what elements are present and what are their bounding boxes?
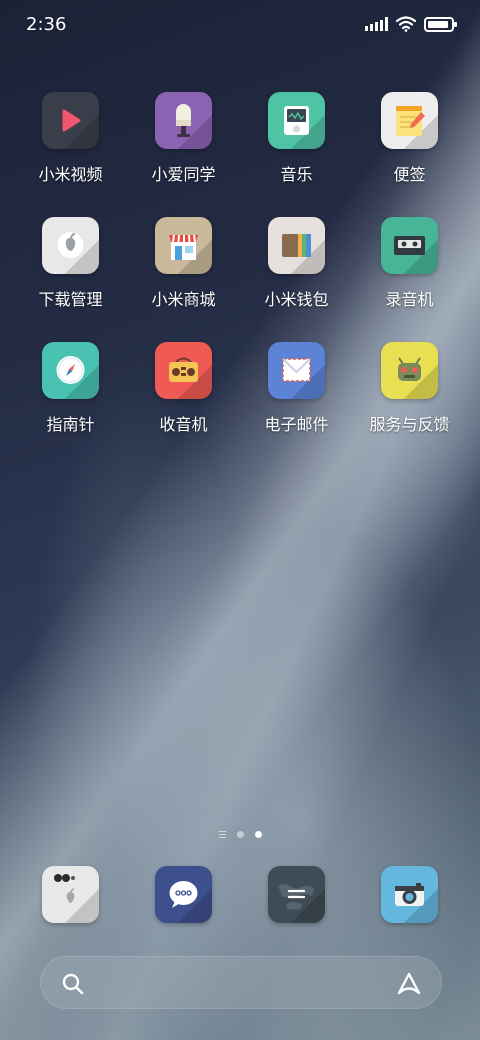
status-time: 2:36 — [26, 14, 67, 35]
app-download-manager[interactable]: 下载管理 — [14, 217, 127, 310]
mi-shop-icon — [155, 217, 212, 274]
apple-lens-icon — [42, 866, 99, 923]
app-mi-shop[interactable]: 小米商城 — [127, 217, 240, 310]
app-mi-wallet[interactable]: 小米钱包 — [240, 217, 353, 310]
app-music[interactable]: 音乐 — [240, 92, 353, 185]
app-label: 小米视频 — [38, 165, 103, 184]
page-indicator[interactable] — [0, 831, 480, 838]
dock-browser-app[interactable] — [240, 866, 353, 923]
app-label: 收音机 — [159, 415, 208, 434]
assistant-a-icon[interactable] — [395, 970, 423, 996]
app-label: 服务与反馈 — [369, 415, 450, 434]
feedback-robot-icon — [381, 342, 438, 399]
app-xiaoai[interactable]: 小爱同学 — [127, 92, 240, 185]
app-label: 音乐 — [280, 165, 313, 184]
cassette-icon — [381, 217, 438, 274]
app-label: 便签 — [393, 165, 426, 184]
signal-icon — [365, 17, 388, 31]
camera-icon — [381, 866, 438, 923]
app-service-feedback[interactable]: 服务与反馈 — [353, 342, 466, 435]
app-recorder[interactable]: 录音机 — [353, 217, 466, 310]
wifi-icon — [396, 16, 416, 32]
app-compass[interactable]: 指南针 — [14, 342, 127, 435]
globe-map-icon — [268, 866, 325, 923]
app-notes[interactable]: 便签 — [353, 92, 466, 185]
apple-download-icon — [42, 217, 99, 274]
microphone-icon — [155, 92, 212, 149]
app-label: 下载管理 — [38, 290, 103, 309]
dock-camera-lens-app[interactable] — [14, 866, 127, 923]
wallet-icon — [268, 217, 325, 274]
radio-icon — [155, 342, 212, 399]
search-icon[interactable] — [61, 972, 85, 996]
status-bar: 2:36 — [0, 0, 480, 50]
app-radio[interactable]: 收音机 — [127, 342, 240, 435]
status-icons — [365, 16, 457, 32]
page-dot-2-active[interactable] — [254, 831, 262, 838]
app-label: 小米商城 — [151, 290, 216, 309]
app-label: 指南针 — [46, 415, 95, 434]
music-player-icon — [268, 92, 325, 149]
app-email[interactable]: 电子邮件 — [240, 342, 353, 435]
compass-icon — [42, 342, 99, 399]
app-label: 录音机 — [385, 290, 434, 309]
dock-messages-app[interactable] — [127, 866, 240, 923]
page-dot-1[interactable] — [236, 831, 244, 838]
app-label: 小米钱包 — [264, 290, 329, 309]
search-bar[interactable] — [40, 956, 442, 1009]
notepad-icon — [381, 92, 438, 149]
page-indicator-menu-icon[interactable] — [218, 831, 226, 838]
app-mi-video[interactable]: 小米视频 — [14, 92, 127, 185]
video-play-icon — [42, 92, 99, 149]
battery-icon — [424, 16, 457, 32]
app-label: 小爱同学 — [151, 165, 216, 184]
chat-bubble-icon — [155, 866, 212, 923]
app-label: 电子邮件 — [264, 415, 329, 434]
mail-icon — [268, 342, 325, 399]
dock-camera-app[interactable] — [353, 866, 466, 923]
